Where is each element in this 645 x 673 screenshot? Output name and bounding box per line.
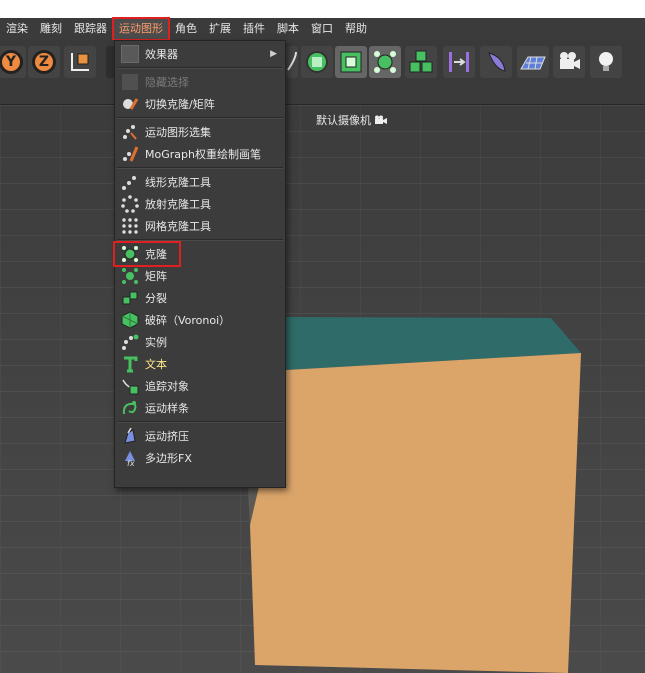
cubes-icon bbox=[409, 50, 433, 73]
submenu-arrow-icon: ▶ bbox=[270, 49, 277, 59]
cube-front-face bbox=[250, 353, 581, 673]
menu-help[interactable]: 帮助 bbox=[339, 18, 373, 40]
tracer-icon bbox=[120, 376, 140, 396]
atom-array-button[interactable] bbox=[369, 46, 401, 78]
text-icon bbox=[120, 354, 140, 374]
toolbar: X Y Z bbox=[0, 40, 645, 85]
coordinate-system-button[interactable] bbox=[64, 46, 96, 78]
light-bulb-icon bbox=[599, 52, 613, 71]
light-button[interactable] bbox=[590, 46, 622, 78]
menu-item-effectors[interactable]: 效果器 ▶ bbox=[115, 43, 285, 65]
menu-item-fracture[interactable]: 分裂 bbox=[115, 287, 285, 309]
cubes-button[interactable] bbox=[405, 46, 437, 78]
linear-clone-tool-icon bbox=[120, 172, 140, 192]
3d-viewport[interactable]: 默认摄像机 bbox=[0, 105, 645, 673]
menu-window[interactable]: 窗口 bbox=[305, 18, 339, 40]
menu-render[interactable]: 渲染 bbox=[0, 18, 34, 40]
y-axis-icon: Y bbox=[0, 50, 23, 74]
app-window: 渲染 雕刻 跟踪器 运动图形 角色 扩展 插件 脚本 窗口 帮助 X Y Z bbox=[0, 17, 645, 673]
menu-sculpt[interactable]: 雕刻 bbox=[34, 18, 68, 40]
menu-character[interactable]: 角色 bbox=[169, 18, 203, 40]
instance-icon bbox=[120, 332, 140, 352]
menu-item-hide-selection: 隐藏选择 bbox=[115, 71, 285, 93]
weight-paint-brush-icon bbox=[120, 144, 140, 164]
radial-clone-tool-icon bbox=[120, 194, 140, 214]
y-axis-button[interactable]: Y bbox=[0, 46, 26, 78]
mograph-dropdown-menu: 效果器 ▶ 隐藏选择 切换克隆/矩阵 运动图形选集 MoGraph权重绘制画笔 bbox=[113, 40, 286, 488]
z-axis-icon: Z bbox=[32, 50, 56, 74]
menubar: 渲染 雕刻 跟踪器 运动图形 角色 扩展 插件 脚本 窗口 帮助 bbox=[0, 17, 645, 41]
menu-item-tracer[interactable]: 追踪对象 bbox=[115, 375, 285, 397]
floor-icon bbox=[520, 56, 546, 70]
z-axis-button[interactable]: Z bbox=[28, 46, 60, 78]
toggle-clone-matrix-icon bbox=[120, 94, 140, 114]
extrude-icon bbox=[340, 51, 362, 73]
menu-item-matrix[interactable]: 矩阵 bbox=[115, 265, 285, 287]
moextrude-icon bbox=[120, 426, 140, 446]
spline-tool-button[interactable] bbox=[286, 46, 298, 78]
symmetry-icon bbox=[449, 52, 469, 72]
extrude-button[interactable] bbox=[335, 46, 367, 78]
polyfx-icon: fx bbox=[120, 448, 140, 468]
menu-item-motext[interactable]: 文本 bbox=[115, 353, 285, 375]
menu-separator bbox=[117, 421, 283, 423]
subdivision-icon bbox=[306, 51, 328, 73]
menu-separator bbox=[117, 167, 283, 169]
grid-clone-tool-icon bbox=[120, 216, 140, 236]
menu-item-instance[interactable]: 实例 bbox=[115, 331, 285, 353]
menu-item-voronoi-fracture[interactable]: 破碎（Voronoi） bbox=[115, 309, 285, 331]
menu-item-mograph-selection[interactable]: 运动图形选集 bbox=[115, 121, 285, 143]
spline-icon bbox=[287, 51, 297, 71]
deformer-icon bbox=[488, 52, 506, 72]
menu-item-linear-clone-tool[interactable]: 线形克隆工具 bbox=[115, 171, 285, 193]
menu-item-radial-clone-tool[interactable]: 放射克隆工具 bbox=[115, 193, 285, 215]
menu-extensions[interactable]: 扩展 bbox=[203, 18, 237, 40]
menu-item-moextrude[interactable]: 运动挤压 bbox=[115, 425, 285, 447]
menu-tracker[interactable]: 跟踪器 bbox=[68, 18, 113, 40]
cloner-highlight-box bbox=[113, 241, 181, 267]
menu-separator bbox=[117, 239, 283, 241]
atom-array-icon bbox=[374, 51, 396, 73]
fracture-icon bbox=[120, 288, 140, 308]
voronoi-fracture-icon bbox=[120, 310, 140, 330]
viewport-header bbox=[0, 84, 645, 105]
deformer-button[interactable] bbox=[480, 46, 512, 78]
menu-item-weight-paint-brush[interactable]: MoGraph权重绘制画笔 bbox=[115, 143, 285, 165]
cube-object[interactable] bbox=[0, 105, 645, 673]
subdivision-button[interactable] bbox=[301, 46, 333, 78]
menu-script[interactable]: 脚本 bbox=[271, 18, 305, 40]
menu-item-toggle-clone-matrix[interactable]: 切换克隆/矩阵 bbox=[115, 93, 285, 115]
floor-button[interactable] bbox=[517, 46, 549, 78]
matrix-icon bbox=[120, 266, 140, 286]
menu-separator bbox=[117, 117, 283, 119]
camera-button[interactable] bbox=[553, 46, 585, 78]
mograph-selection-icon bbox=[120, 122, 140, 142]
menu-plugins[interactable]: 插件 bbox=[237, 18, 271, 40]
coordinate-system-icon bbox=[71, 53, 89, 71]
menu-item-mospline[interactable]: 运动样条 bbox=[115, 397, 285, 419]
menu-separator bbox=[117, 67, 283, 69]
menu-item-polyfx[interactable]: fx 多边形FX bbox=[115, 447, 285, 469]
mospline-icon bbox=[120, 398, 140, 418]
menu-mograph[interactable]: 运动图形 bbox=[112, 17, 170, 41]
hide-selection-icon bbox=[120, 72, 140, 92]
effectors-folder-icon bbox=[120, 44, 140, 64]
boole-button[interactable] bbox=[443, 46, 475, 78]
camera-icon bbox=[560, 52, 580, 69]
svg-text:fx: fx bbox=[127, 459, 135, 467]
menu-item-grid-clone-tool[interactable]: 网格克隆工具 bbox=[115, 215, 285, 237]
